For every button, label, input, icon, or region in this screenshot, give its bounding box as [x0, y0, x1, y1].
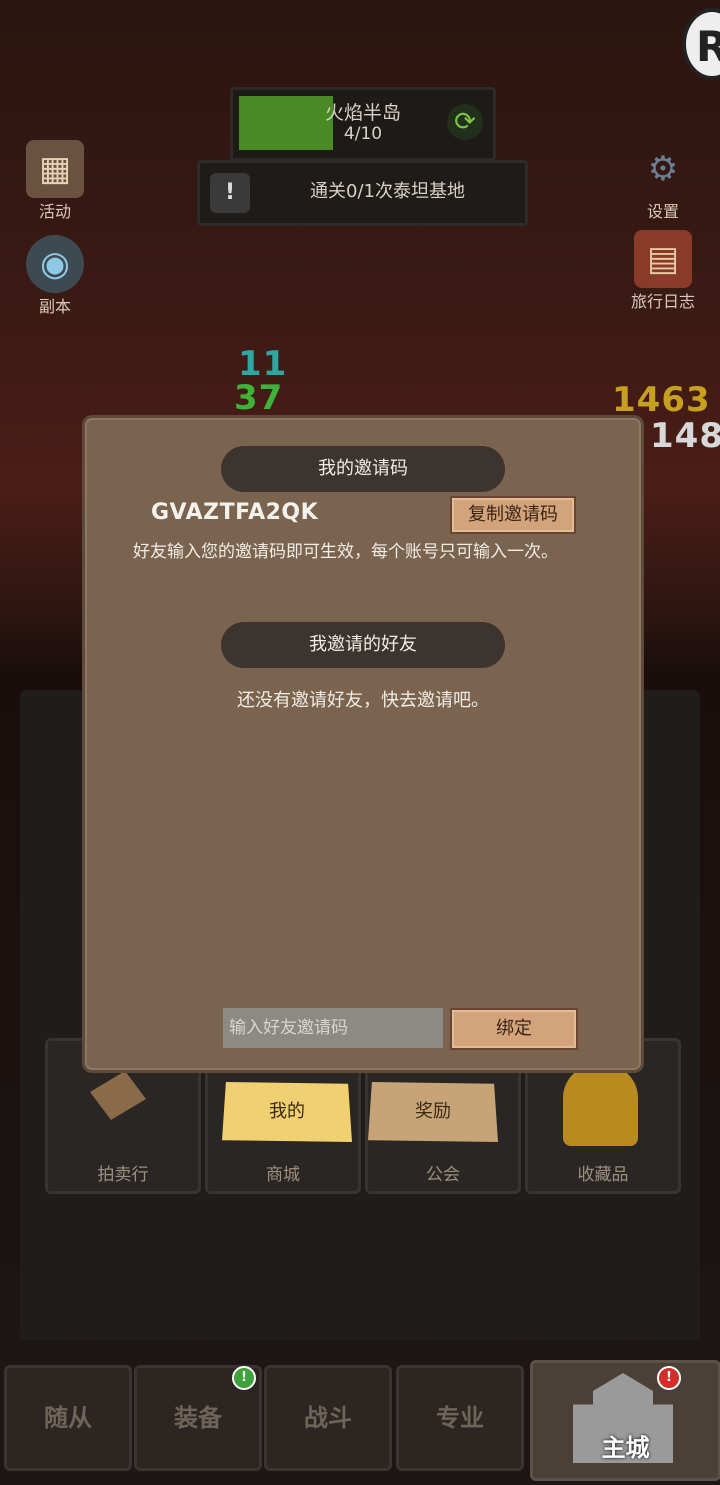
bind-button[interactable]: 绑定: [450, 1008, 578, 1050]
auction-label: 拍卖行: [97, 1165, 149, 1185]
settings-label: 设置: [646, 202, 679, 221]
dungeon-label: 副本: [38, 297, 71, 316]
calendar-icon: ▦: [26, 140, 84, 198]
stage-progress-bar[interactable]: 火焰半岛 4/10 ⟳: [230, 87, 496, 161]
portal-icon: ◉: [26, 235, 84, 293]
activity-button[interactable]: ▦ 活动: [10, 140, 100, 222]
helmet-icon: [563, 1066, 638, 1146]
quest-bar[interactable]: ! 通关0/1次泰坦基地: [197, 160, 528, 226]
alert-badge: !: [657, 1366, 681, 1390]
journal-icon: ▤: [634, 230, 692, 288]
invited-friends-title: 我邀请的好友: [221, 622, 505, 668]
gear-icon: ⚙: [647, 149, 679, 189]
invite-code: GVAZTFA2QK: [151, 500, 319, 525]
nav-main-city[interactable]: 主城: [530, 1360, 720, 1481]
invite-dialog: 我的邀请码 GVAZTFA2QK 复制邀请码 好友输入您的邀请码即可生效，每个账…: [82, 415, 644, 1073]
friend-code-input[interactable]: [223, 1008, 443, 1048]
nav-profession[interactable]: 专业: [396, 1365, 524, 1471]
alert-icon: !: [210, 173, 250, 213]
tab-reward[interactable]: 奖励: [368, 1082, 498, 1142]
refresh-icon[interactable]: ⟳: [447, 104, 483, 140]
shop-label: 商城: [266, 1165, 300, 1185]
settings-button[interactable]: ⚙ 设置: [618, 140, 708, 222]
quest-text: 通关0/1次泰坦基地: [310, 181, 465, 202]
invite-description: 好友输入您的邀请码即可生效，每个账号只可输入一次。: [133, 542, 558, 562]
damage-number: 1463: [612, 380, 711, 420]
app-logo-icon: R: [682, 8, 720, 80]
nav-battle[interactable]: 战斗: [264, 1365, 392, 1471]
copy-code-button[interactable]: 复制邀请码: [450, 496, 576, 534]
notification-badge: !: [232, 1366, 256, 1390]
damage-number: 148: [650, 416, 720, 456]
dungeon-button[interactable]: ◉ 副本: [10, 235, 100, 317]
collection-label: 收藏品: [577, 1165, 629, 1185]
travel-log-label: 旅行日志: [630, 292, 695, 311]
guild-label: 公会: [426, 1165, 460, 1185]
activity-label: 活动: [38, 202, 71, 221]
damage-number: 37: [234, 378, 284, 418]
nav-followers[interactable]: 随从: [4, 1365, 132, 1471]
gavel-icon: [90, 1071, 146, 1120]
nav-main-city-label: 主城: [601, 1434, 650, 1462]
tab-mine[interactable]: 我的: [222, 1082, 352, 1142]
empty-friends-text: 还没有邀请好友，快去邀请吧。: [237, 690, 489, 711]
travel-log-button[interactable]: ▤ 旅行日志: [618, 230, 708, 312]
my-code-title: 我的邀请码: [221, 446, 505, 492]
